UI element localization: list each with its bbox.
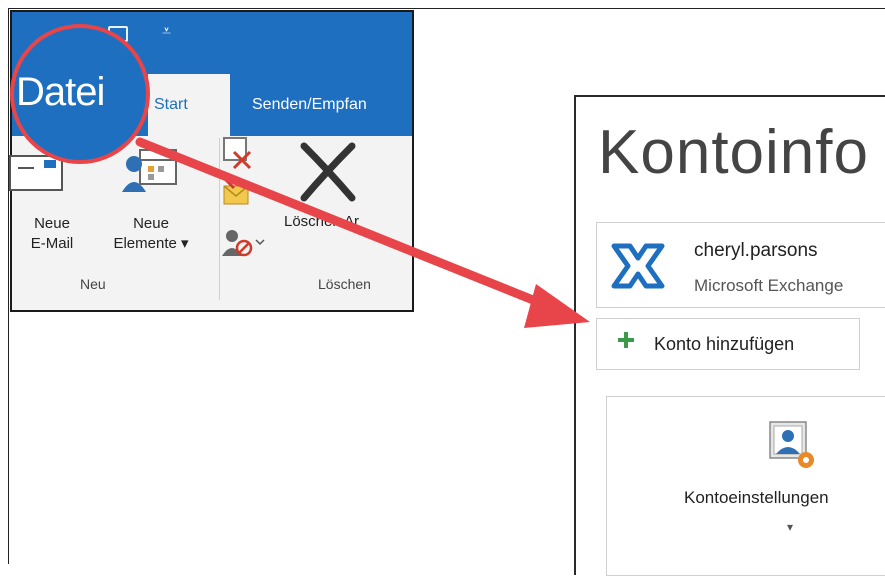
tab-start[interactable]: Start [148,74,230,136]
new-items-label-line2: Elemente ▾ [113,235,189,252]
new-items-button[interactable]: Neue Elemente ▾ [96,214,206,254]
ignore-icon[interactable] [220,132,256,172]
account-type: Microsoft Exchange [694,276,844,295]
exchange-icon [611,243,665,289]
delete-button[interactable]: Löschen Ar [284,212,359,232]
account-settings-label: Kontoeinstellungen [684,488,829,507]
delete-icon[interactable] [296,140,360,204]
screenshot-frame-left [8,8,9,564]
new-items-icon[interactable] [120,142,180,198]
page-title: Kontoinfo [598,118,869,187]
plus-icon [618,332,634,348]
tab-send-receive[interactable]: Senden/Empfan [252,74,367,136]
add-account-label: Konto hinzufügen [654,334,795,354]
account-name: cheryl.parsons [694,240,818,261]
new-email-label-line2: E-Mail [30,235,74,252]
screenshot-frame-top [8,8,885,9]
group-label-delete: Löschen [318,276,371,292]
new-email-button[interactable]: Neue E-Mail [4,214,100,254]
quick-access-dropdown-icon[interactable]: ⩡ [162,24,171,40]
new-email-label-line1: Neue [34,215,70,232]
cleanup-icon[interactable] [220,176,256,212]
account-settings-icon [769,421,814,468]
chevron-down-icon: ▾ [787,520,794,534]
account-settings-button[interactable] [606,396,885,576]
file-tab-label[interactable]: Datei [16,68,105,116]
group-label-new: Neu [80,276,106,292]
new-items-label-line1: Neue [133,215,169,232]
junk-icon[interactable] [220,226,272,260]
